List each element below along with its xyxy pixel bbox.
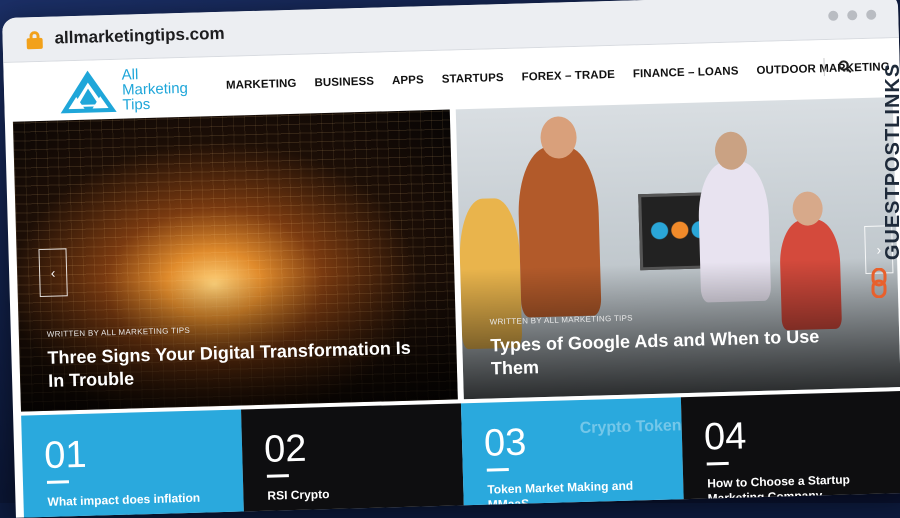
browser-window: allmarketingtips.com All Marketing Tips … xyxy=(2,0,900,518)
card-divider xyxy=(706,461,729,466)
card-divider xyxy=(46,480,70,484)
post-card[interactable]: Crypto Token 03 Token Market Making and … xyxy=(460,397,684,514)
post-card[interactable]: 02 RSI Crypto xyxy=(241,403,465,518)
nav-item-finance-loans[interactable]: FINANCE – LOANS xyxy=(633,65,739,80)
slide[interactable]: › WRITTEN BY ALL MARKETING TIPS Types of… xyxy=(455,97,900,400)
card-title[interactable]: What impact does inflation xyxy=(47,490,227,510)
card-background-text: Crypto Token xyxy=(579,417,682,438)
card-number: 03 xyxy=(483,421,527,465)
card-divider xyxy=(486,468,509,472)
window-dot-icon[interactable] xyxy=(828,10,839,21)
nav-item-business[interactable]: BUSINESS xyxy=(314,76,374,90)
window-controls xyxy=(828,9,877,21)
logo-mountain-icon xyxy=(60,70,117,114)
slider-prev-button[interactable]: ‹ xyxy=(38,248,68,298)
card-number: 01 xyxy=(43,433,88,477)
search-icon[interactable] xyxy=(837,59,852,74)
logo-line: Marketing xyxy=(121,79,189,99)
card-number: 04 xyxy=(703,415,747,459)
address-bar[interactable]: allmarketingtips.com xyxy=(54,24,225,49)
window-dot-icon[interactable] xyxy=(866,9,877,20)
lock-icon xyxy=(26,30,43,50)
slide[interactable]: ‹ WRITTEN BY ALL MARKETING TIPS Three Si… xyxy=(12,109,458,412)
card-title[interactable]: RSI Crypto xyxy=(267,484,447,504)
watermark-text: GUESTPOSTLINKS xyxy=(881,62,900,261)
nav-divider xyxy=(823,58,825,77)
watermark: GUESTPOSTLINKS xyxy=(866,40,900,298)
card-divider xyxy=(266,474,289,478)
logo-text: All Marketing Tips xyxy=(121,65,189,114)
nav-item-apps[interactable]: APPS xyxy=(392,74,424,87)
post-card[interactable]: 01 What impact does inflation xyxy=(21,409,245,518)
logo-line: Tips xyxy=(122,95,151,114)
main-nav: MARKETING BUSINESS APPS STARTUPS FOREX –… xyxy=(226,61,890,92)
nav-item-startups[interactable]: STARTUPS xyxy=(442,72,504,86)
featured-slider: ‹ WRITTEN BY ALL MARKETING TIPS Three Si… xyxy=(12,97,900,412)
chain-link-icon xyxy=(871,268,887,298)
window-dot-icon[interactable] xyxy=(847,10,858,21)
site-logo[interactable]: All Marketing Tips xyxy=(57,64,188,116)
card-number: 02 xyxy=(263,427,308,471)
card-title[interactable]: Token Market Making and MMaaS xyxy=(487,478,668,513)
post-card[interactable]: 04 How to Choose a Startup Marketing Com… xyxy=(680,391,900,508)
nav-item-forex-trade[interactable]: FOREX – TRADE xyxy=(521,69,615,84)
nav-item-marketing[interactable]: MARKETING xyxy=(226,78,297,92)
